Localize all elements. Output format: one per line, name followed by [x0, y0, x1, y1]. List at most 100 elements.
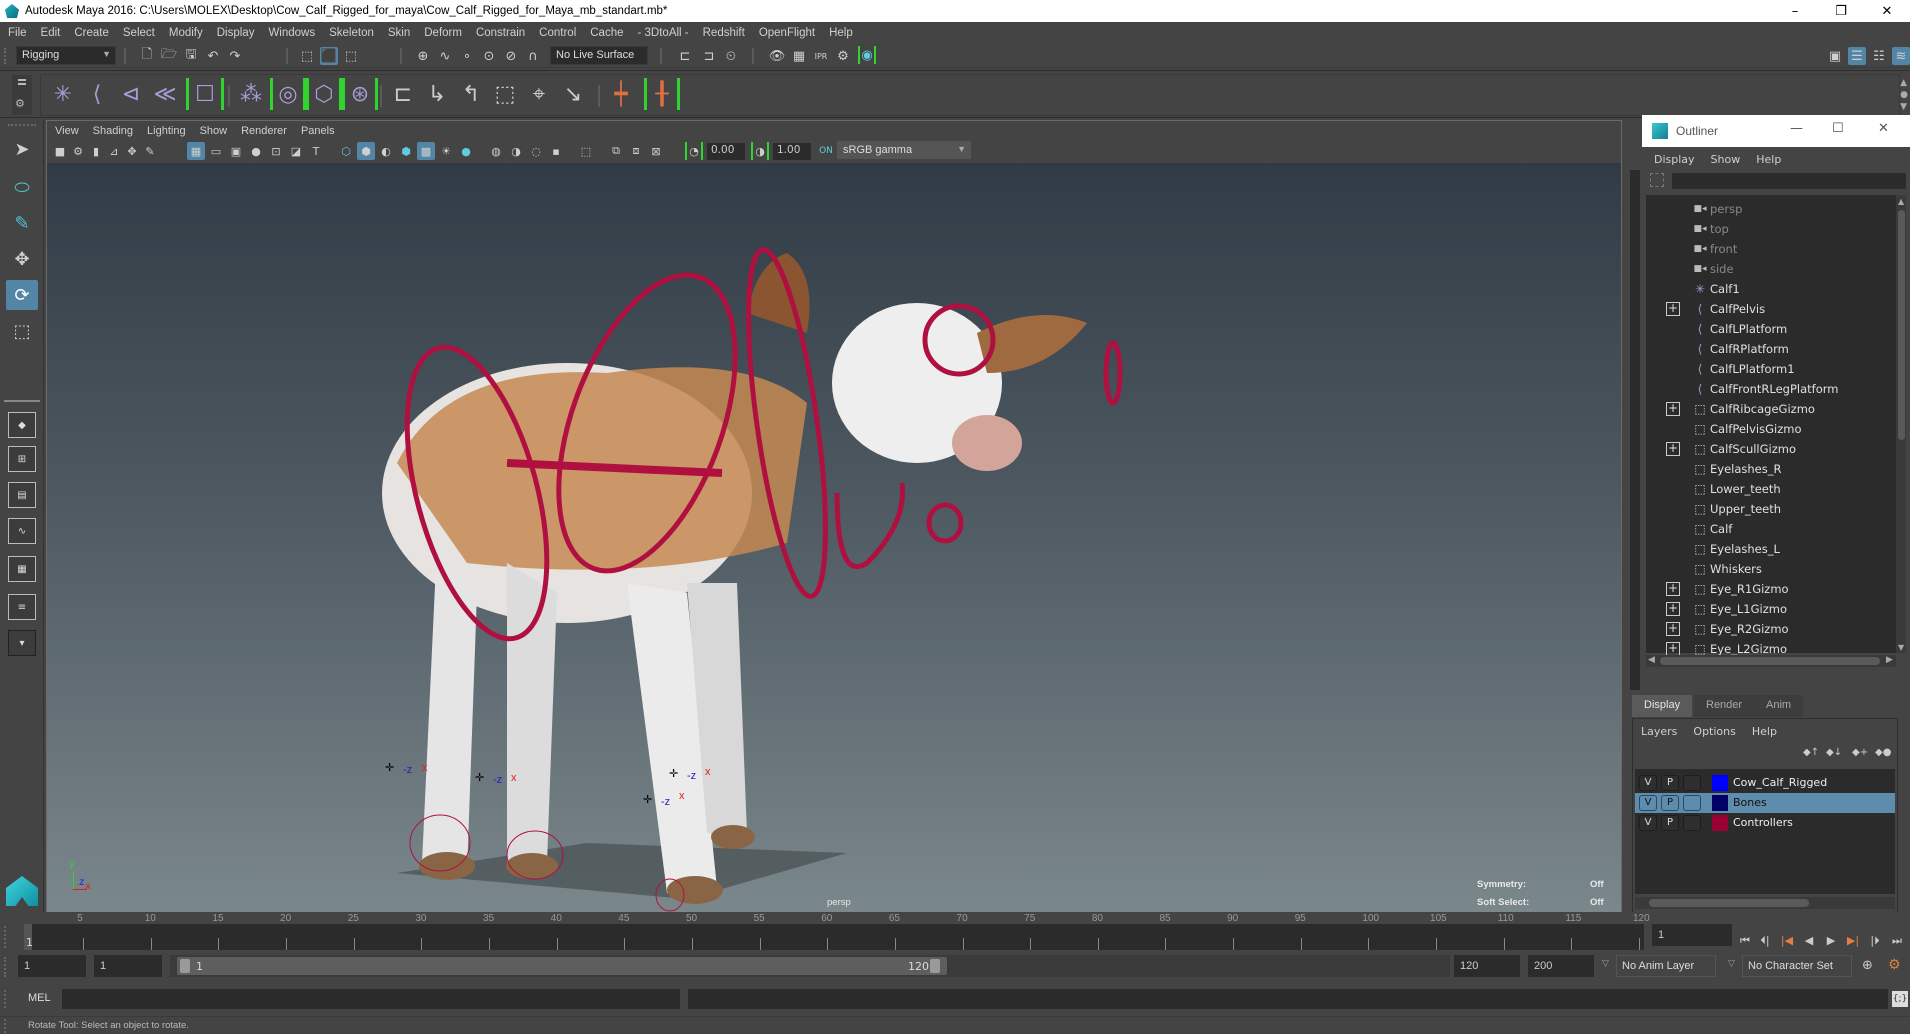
- auto-key-toggle-icon[interactable]: ⊕: [1862, 958, 1873, 973]
- gate-mask-icon[interactable]: ●: [247, 142, 265, 160]
- layer-playback-toggle[interactable]: P: [1661, 775, 1679, 791]
- range-start-handle[interactable]: [180, 959, 190, 973]
- layer-row[interactable]: V P Cow_Calf_Rigged: [1635, 773, 1895, 793]
- render-frame-icon[interactable]: ▦: [790, 47, 808, 65]
- exposure-icon[interactable]: ◔: [685, 142, 703, 160]
- shelf-tab-bar[interactable]: ⚙: [12, 75, 32, 115]
- redo-icon[interactable]: ↷: [226, 47, 244, 65]
- hypershade-icon[interactable]: ◉: [858, 46, 876, 64]
- outliner-item[interactable]: ⬚ CalfPelvisGizmo: [1646, 419, 1896, 439]
- snap-view-plane-icon[interactable]: ⊙: [480, 47, 498, 65]
- playback-end-field[interactable]: [1454, 955, 1520, 977]
- ipr-render-icon[interactable]: IPR: [812, 47, 830, 65]
- outliner-item[interactable]: + ⬚ Eye_R1Gizmo: [1646, 579, 1896, 599]
- grid-icon[interactable]: ▦: [187, 142, 205, 160]
- animation-start-field[interactable]: [18, 955, 86, 977]
- viewport-menu-shading[interactable]: Shading: [93, 125, 133, 137]
- expand-plus-icon[interactable]: +: [1666, 402, 1680, 416]
- select-by-component-icon[interactable]: ⬚: [342, 47, 360, 65]
- menu-windows[interactable]: Windows: [268, 27, 315, 39]
- layer-visibility-toggle[interactable]: V: [1639, 775, 1657, 791]
- outliner-item[interactable]: ⟨ CalfFrontRLegPlatform: [1646, 379, 1896, 399]
- layer-color-swatch[interactable]: [1712, 795, 1728, 811]
- layer-menu-layers[interactable]: Layers: [1641, 725, 1677, 738]
- paint-select-tool-icon[interactable]: ✎: [6, 208, 38, 238]
- animation-end-field[interactable]: [1528, 955, 1594, 977]
- range-slider-grip[interactable]: [4, 957, 8, 977]
- bind-skin-icon[interactable]: ◎: [270, 78, 306, 110]
- layer-row[interactable]: V P Bones: [1635, 793, 1895, 813]
- menu-deform[interactable]: Deform: [424, 27, 462, 39]
- smooth-bind-icon[interactable]: ⬡: [306, 78, 342, 110]
- layer-playback-toggle[interactable]: P: [1661, 815, 1679, 831]
- pole-vector-constraint-icon[interactable]: ↘: [558, 78, 588, 110]
- menuset-dropdown[interactable]: Rigging ▼: [16, 46, 116, 65]
- live-surface-field[interactable]: No Live Surface: [550, 46, 648, 65]
- expand-plus-icon[interactable]: +: [1666, 602, 1680, 616]
- outliner-minimize-button[interactable]: —: [1790, 121, 1803, 136]
- smooth-shade-icon[interactable]: ⬢: [357, 142, 375, 160]
- step-forward-frame-button[interactable]: |⏵: [1866, 934, 1884, 950]
- viewport-menu-view[interactable]: View: [55, 125, 79, 137]
- command-language-label[interactable]: MEL: [28, 992, 51, 1004]
- ik-spline-handle-icon[interactable]: ≪: [150, 78, 180, 110]
- snap-grid-icon[interactable]: ⊕: [414, 47, 432, 65]
- minimize-button[interactable]: –: [1772, 0, 1818, 22]
- scroll-left-arrow-icon[interactable]: ◀: [1648, 655, 1655, 665]
- magnet-icon[interactable]: ∩: [524, 47, 542, 65]
- layer-color-swatch[interactable]: [1712, 775, 1728, 791]
- image-plane-icon[interactable]: ⊿: [105, 142, 123, 160]
- outliner-vscroll-thumb[interactable]: [1898, 210, 1905, 440]
- construction-history-icon[interactable]: ⏲: [722, 47, 740, 65]
- backface-culling-icon[interactable]: ⊠: [647, 142, 665, 160]
- color-management-toggle-icon[interactable]: ON: [817, 142, 835, 160]
- menu-skin[interactable]: Skin: [388, 27, 410, 39]
- outliner-item[interactable]: ■◂ persp: [1646, 199, 1896, 219]
- select-by-hierarchy-icon[interactable]: ⬚: [298, 47, 316, 65]
- filter-icon[interactable]: [1650, 173, 1664, 187]
- interactive-bind-icon[interactable]: ⊛: [342, 78, 378, 110]
- anti-aliasing-icon[interactable]: ◑: [507, 142, 525, 160]
- scroll-up-arrow-icon[interactable]: ▲: [1898, 197, 1904, 206]
- outliner-item[interactable]: + ⬚ Eye_R2Gizmo: [1646, 619, 1896, 639]
- use-all-lights-icon[interactable]: ▩: [417, 142, 435, 160]
- restore-button[interactable]: ❐: [1818, 0, 1864, 22]
- outliner-item[interactable]: ■◂ top: [1646, 219, 1896, 239]
- playback-start-field[interactable]: [94, 955, 162, 977]
- scale-tool-icon[interactable]: ⬚: [6, 316, 38, 346]
- layer-hscrollbar[interactable]: [1635, 897, 1895, 909]
- menu-skeleton[interactable]: Skeleton: [329, 27, 374, 39]
- close-button[interactable]: ✕: [1864, 0, 1910, 22]
- new-empty-layer-icon[interactable]: ◆+: [1852, 747, 1868, 758]
- new-layer-from-selected-icon[interactable]: ◆●: [1875, 747, 1891, 758]
- menu-create[interactable]: Create: [74, 27, 109, 39]
- outliner-item[interactable]: ⬚ Eyelashes_R: [1646, 459, 1896, 479]
- step-forward-key-button[interactable]: ▶|: [1844, 934, 1862, 950]
- viewport-menu-show[interactable]: Show: [200, 125, 228, 137]
- depth-of-field-icon[interactable]: ◌: [527, 142, 545, 160]
- range-end-handle[interactable]: [930, 959, 940, 973]
- expand-plus-icon[interactable]: +: [1666, 622, 1680, 636]
- shelf-settings-gear-icon[interactable]: ⚙: [15, 97, 25, 110]
- outliner-item[interactable]: ⟨ CalfLPlatform: [1646, 319, 1896, 339]
- character-set-dropdown[interactable]: No Character Set: [1742, 955, 1852, 977]
- outliner-hscroll-thumb[interactable]: [1660, 657, 1880, 665]
- expand-plus-icon[interactable]: +: [1666, 302, 1680, 316]
- snap-live-icon[interactable]: ⊘: [502, 47, 520, 65]
- textured-icon[interactable]: ⬢: [397, 142, 415, 160]
- outliner-item[interactable]: ■◂ side: [1646, 259, 1896, 279]
- outliner-item[interactable]: ■◂ front: [1646, 239, 1896, 259]
- menu-edit[interactable]: Edit: [41, 27, 61, 39]
- screen-space-ao-icon[interactable]: ●: [457, 142, 475, 160]
- outliner-item[interactable]: + ⬚ Eye_L1Gizmo: [1646, 599, 1896, 619]
- xray-joints-icon[interactable]: ⧉: [607, 142, 625, 160]
- select-by-object-icon[interactable]: ⬛: [320, 47, 338, 65]
- outliner-close-button[interactable]: ✕: [1878, 121, 1889, 136]
- layer-playback-toggle[interactable]: P: [1661, 795, 1679, 811]
- gamma-field[interactable]: 1.00: [773, 143, 811, 160]
- rotate-tool-icon[interactable]: ⟳: [6, 280, 38, 310]
- view-transform-dropdown[interactable]: sRGB gamma ▼: [837, 141, 971, 159]
- move-tool-icon[interactable]: ✥: [6, 244, 38, 274]
- modeling-toolkit-icon[interactable]: ▣: [1826, 47, 1844, 65]
- anim-layer-chevron-icon[interactable]: ▽: [1602, 959, 1609, 969]
